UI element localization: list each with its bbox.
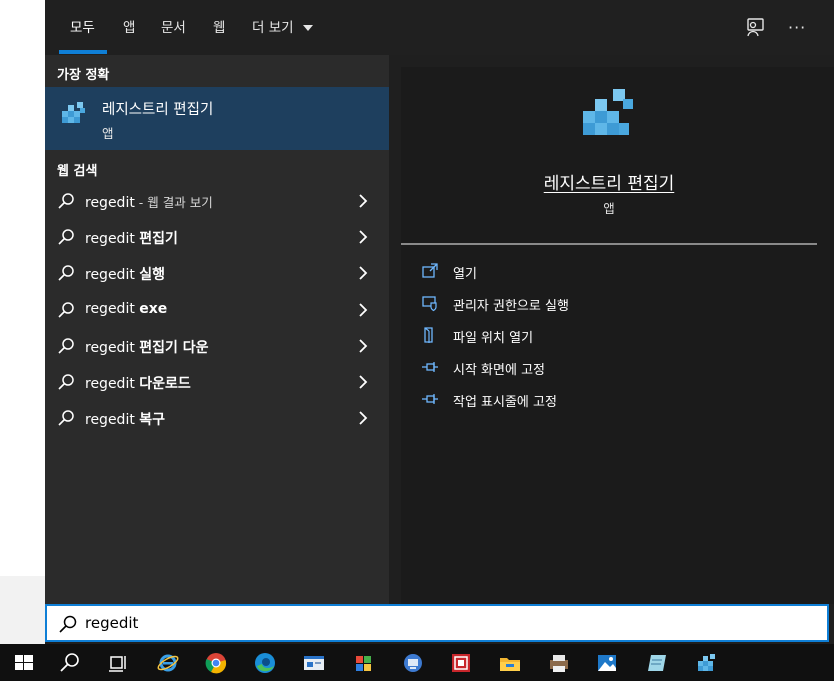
search-icon: [58, 302, 74, 318]
window-app-icon: [304, 655, 324, 670]
preview-pane: 레지스트리 편집기 앱 열기 관리자 권한으로 실행 파일 위치 열기 시작 화…: [401, 67, 834, 604]
taskbar-app[interactable]: [290, 644, 338, 681]
start-search-panel: 모두 앱 문서 웹 더 보기 ··· 가장 정확 레지스트리 편집기 앱 웹 검…: [45, 0, 834, 644]
preview-title[interactable]: 레지스트리 편집기: [401, 169, 817, 194]
best-match-heading: 가장 정확: [57, 68, 110, 83]
search-icon: [58, 193, 74, 209]
run-as-admin-icon: [422, 296, 437, 312]
search-icon: [60, 652, 79, 672]
web-search-item[interactable]: regedit 편집기 다운: [45, 328, 389, 364]
chrome-icon: [205, 652, 227, 673]
registry-editor-icon: [698, 653, 715, 671]
taskbar-search-button[interactable]: [46, 644, 94, 681]
web-search-text: regedit 편집기 다운: [85, 340, 209, 356]
taskbar-app[interactable]: [144, 644, 192, 681]
computer-management-icon: [404, 653, 422, 672]
chevron-right-icon: [359, 303, 368, 317]
action-open[interactable]: 열기: [421, 258, 801, 286]
web-search-item[interactable]: regedit 편집기: [45, 219, 389, 255]
taskbar: [0, 644, 834, 681]
web-search-text: regedit - 웹 결과 보기: [85, 195, 213, 211]
file-explorer-icon: [500, 657, 520, 671]
best-match-item[interactable]: 레지스트리 편집기 앱: [45, 87, 389, 150]
web-search-heading: 웹 검색: [57, 164, 98, 179]
chevron-right-icon: [359, 266, 368, 280]
web-search-text: regedit 복구: [85, 412, 166, 428]
best-match-type: 앱: [102, 126, 114, 141]
open-icon: [422, 263, 438, 278]
taskbar-app[interactable]: [486, 644, 534, 681]
chevron-right-icon: [359, 194, 368, 208]
taskbar-app[interactable]: [583, 644, 631, 681]
pin-icon: [422, 394, 438, 404]
sticky-notes-icon: [648, 654, 666, 671]
taskbar-app[interactable]: [535, 644, 583, 681]
taskbar-app[interactable]: [437, 644, 485, 681]
pin-icon: [422, 362, 438, 372]
chevron-right-icon: [359, 230, 368, 244]
web-search-text: regedit 다운로드: [85, 376, 191, 392]
web-search-item[interactable]: regedit 복구: [45, 400, 389, 436]
search-scope-bar: 모두 앱 문서 웹 더 보기 ···: [45, 0, 834, 55]
action-open-file-location[interactable]: 파일 위치 열기: [421, 322, 801, 350]
taskbar-app[interactable]: [340, 644, 388, 681]
printer-app-icon: [550, 654, 568, 672]
action-run-as-admin[interactable]: 관리자 권한으로 실행: [421, 290, 801, 318]
taskbar-app[interactable]: [192, 644, 240, 681]
edge-icon: [255, 652, 275, 673]
web-search-text: regedit exe: [85, 301, 168, 317]
tab-all[interactable]: 모두: [70, 0, 95, 55]
red-app-icon: [452, 653, 470, 672]
start-button[interactable]: [0, 644, 48, 681]
tab-apps[interactable]: 앱: [123, 0, 135, 55]
chevron-right-icon: [359, 375, 368, 389]
taskbar-app[interactable]: [241, 644, 289, 681]
active-tab-indicator: [59, 50, 107, 54]
chevron-down-icon: [303, 25, 313, 31]
web-search-text: regedit 편집기: [85, 231, 178, 247]
web-search-item[interactable]: regedit 실행: [45, 255, 389, 291]
search-input[interactable]: [85, 611, 685, 635]
tab-documents[interactable]: 문서: [161, 0, 186, 55]
chevron-right-icon: [359, 339, 368, 353]
search-icon: [58, 338, 74, 354]
desktop-background: [0, 576, 45, 644]
web-search-item[interactable]: regedit - 웹 결과 보기: [45, 183, 389, 219]
taskbar-app[interactable]: [683, 644, 731, 681]
web-search-item[interactable]: regedit 다운로드: [45, 364, 389, 400]
taskbar-app[interactable]: [633, 644, 681, 681]
results-list: 가장 정확 레지스트리 편집기 앱 웹 검색 regedit - 웹 결과 보기: [45, 55, 389, 604]
web-search-text: regedit 실행: [85, 267, 166, 283]
search-icon: [58, 374, 74, 390]
registry-editor-icon: [583, 89, 633, 135]
chevron-right-icon: [359, 411, 368, 425]
preview-divider: [401, 243, 817, 245]
more-icon[interactable]: ···: [788, 0, 806, 55]
preview-type: 앱: [603, 201, 615, 216]
search-icon: [58, 410, 74, 426]
registry-editor-icon: [62, 102, 85, 123]
search-icon: [59, 615, 77, 633]
feedback-icon[interactable]: [743, 15, 767, 39]
internet-explorer-icon: [157, 654, 179, 671]
taskbar-app[interactable]: [389, 644, 437, 681]
task-view-button[interactable]: [94, 644, 142, 681]
windows-start-icon: [15, 654, 33, 670]
action-pin-to-taskbar[interactable]: 작업 표시줄에 고정: [421, 386, 801, 414]
file-location-icon: [424, 327, 433, 343]
search-icon: [58, 265, 74, 281]
paint-icon: [356, 655, 371, 671]
search-box[interactable]: [45, 604, 829, 642]
search-icon: [58, 229, 74, 245]
web-search-item[interactable]: regedit exe: [45, 292, 389, 328]
task-view-icon: [109, 655, 126, 672]
best-match-name: 레지스트리 편집기: [102, 102, 214, 118]
action-pin-to-start[interactable]: 시작 화면에 고정: [421, 354, 801, 382]
tab-more[interactable]: 더 보기: [252, 0, 294, 55]
tab-web[interactable]: 웹: [213, 0, 225, 55]
photos-icon: [598, 654, 616, 671]
